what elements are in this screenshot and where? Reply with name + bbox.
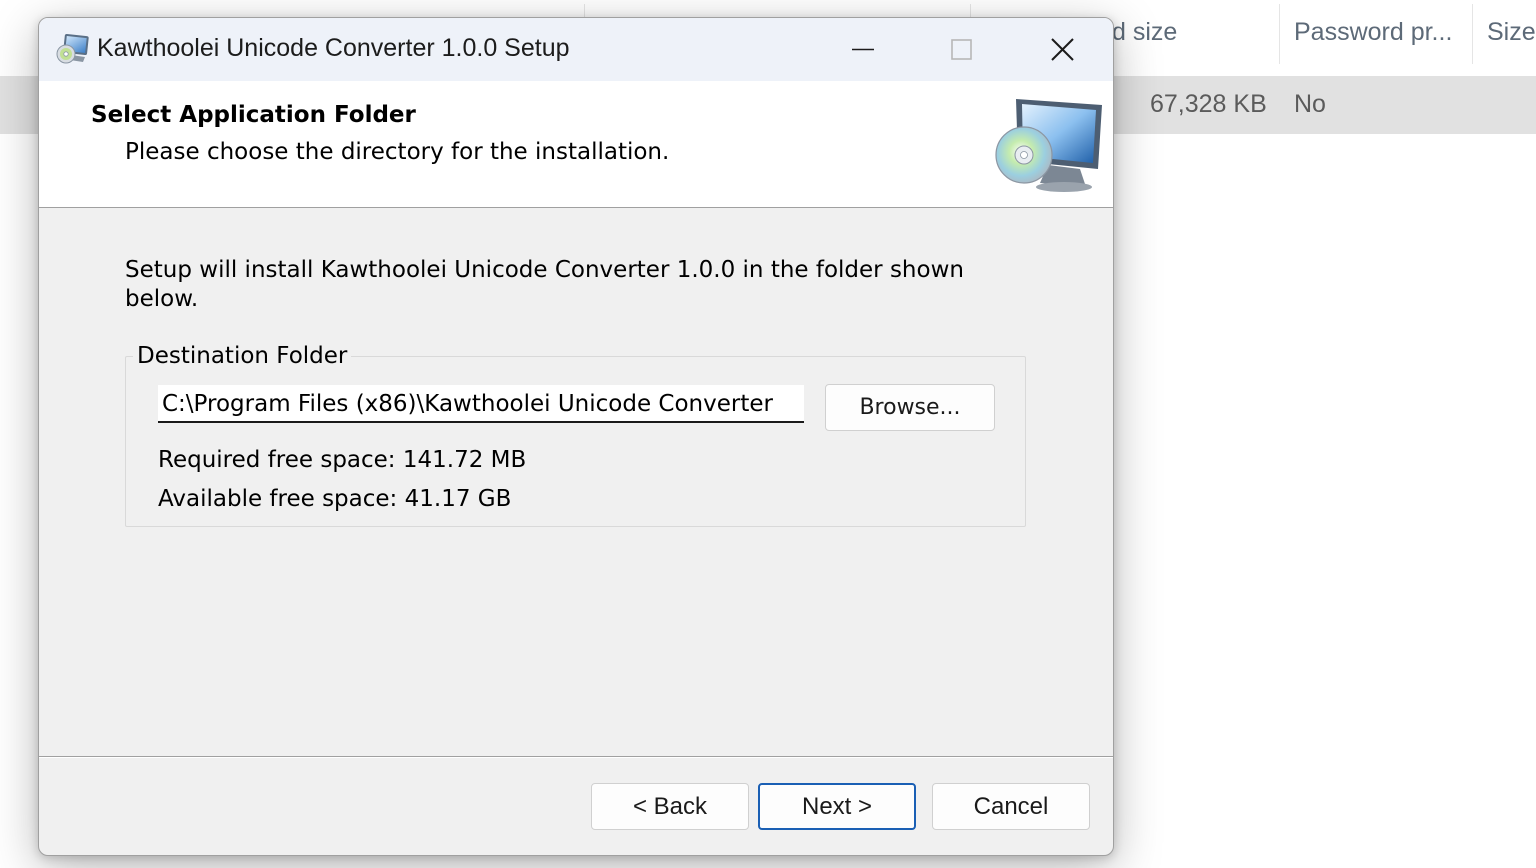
title-bar[interactable]: Kawthoolei Unicode Converter 1.0.0 Setup: [39, 18, 1113, 81]
column-header-size[interactable]: Size: [1487, 18, 1536, 47]
wizard-header: Select Application Folder Please choose …: [39, 81, 1113, 208]
computer-disc-icon: [995, 99, 1102, 192]
install-description: Setup will install Kawthoolei Unicode Co…: [125, 257, 964, 312]
destination-folder-label: Destination Folder: [133, 343, 352, 369]
cell-password-protected: No: [1294, 90, 1326, 118]
maximize-button[interactable]: [913, 18, 1009, 81]
column-divider: [1472, 4, 1473, 64]
column-header-password-protected[interactable]: Password pr...: [1294, 18, 1452, 47]
maximize-icon: [951, 39, 972, 60]
minimize-button[interactable]: [815, 18, 911, 81]
page-title: Select Application Folder: [91, 102, 416, 128]
browse-button[interactable]: Browse...: [825, 384, 995, 431]
required-space-label: Required free space: 141.72 MB: [158, 447, 527, 473]
page-subtitle: Please choose the directory for the inst…: [125, 139, 670, 165]
cell-compressed-size: 67,328 KB: [1150, 90, 1267, 118]
window-title: Kawthoolei Unicode Converter 1.0.0 Setup: [97, 34, 570, 62]
setup-disc-icon: [56, 33, 89, 64]
footer-divider-highlight: [39, 757, 1113, 758]
close-icon: [1051, 38, 1074, 61]
cancel-button[interactable]: Cancel: [932, 783, 1090, 830]
column-header-compressed-size[interactable]: d size: [1112, 18, 1177, 47]
next-button[interactable]: Next >: [758, 783, 916, 830]
close-button[interactable]: [1015, 18, 1111, 81]
available-space-label: Available free space: 41.17 GB: [158, 486, 512, 512]
install-path-input[interactable]: [158, 385, 804, 423]
setup-dialog: Kawthoolei Unicode Converter 1.0.0 Setup…: [38, 17, 1114, 856]
minimize-icon: [852, 48, 874, 51]
back-button[interactable]: < Back: [591, 783, 749, 830]
column-divider: [1279, 4, 1280, 64]
